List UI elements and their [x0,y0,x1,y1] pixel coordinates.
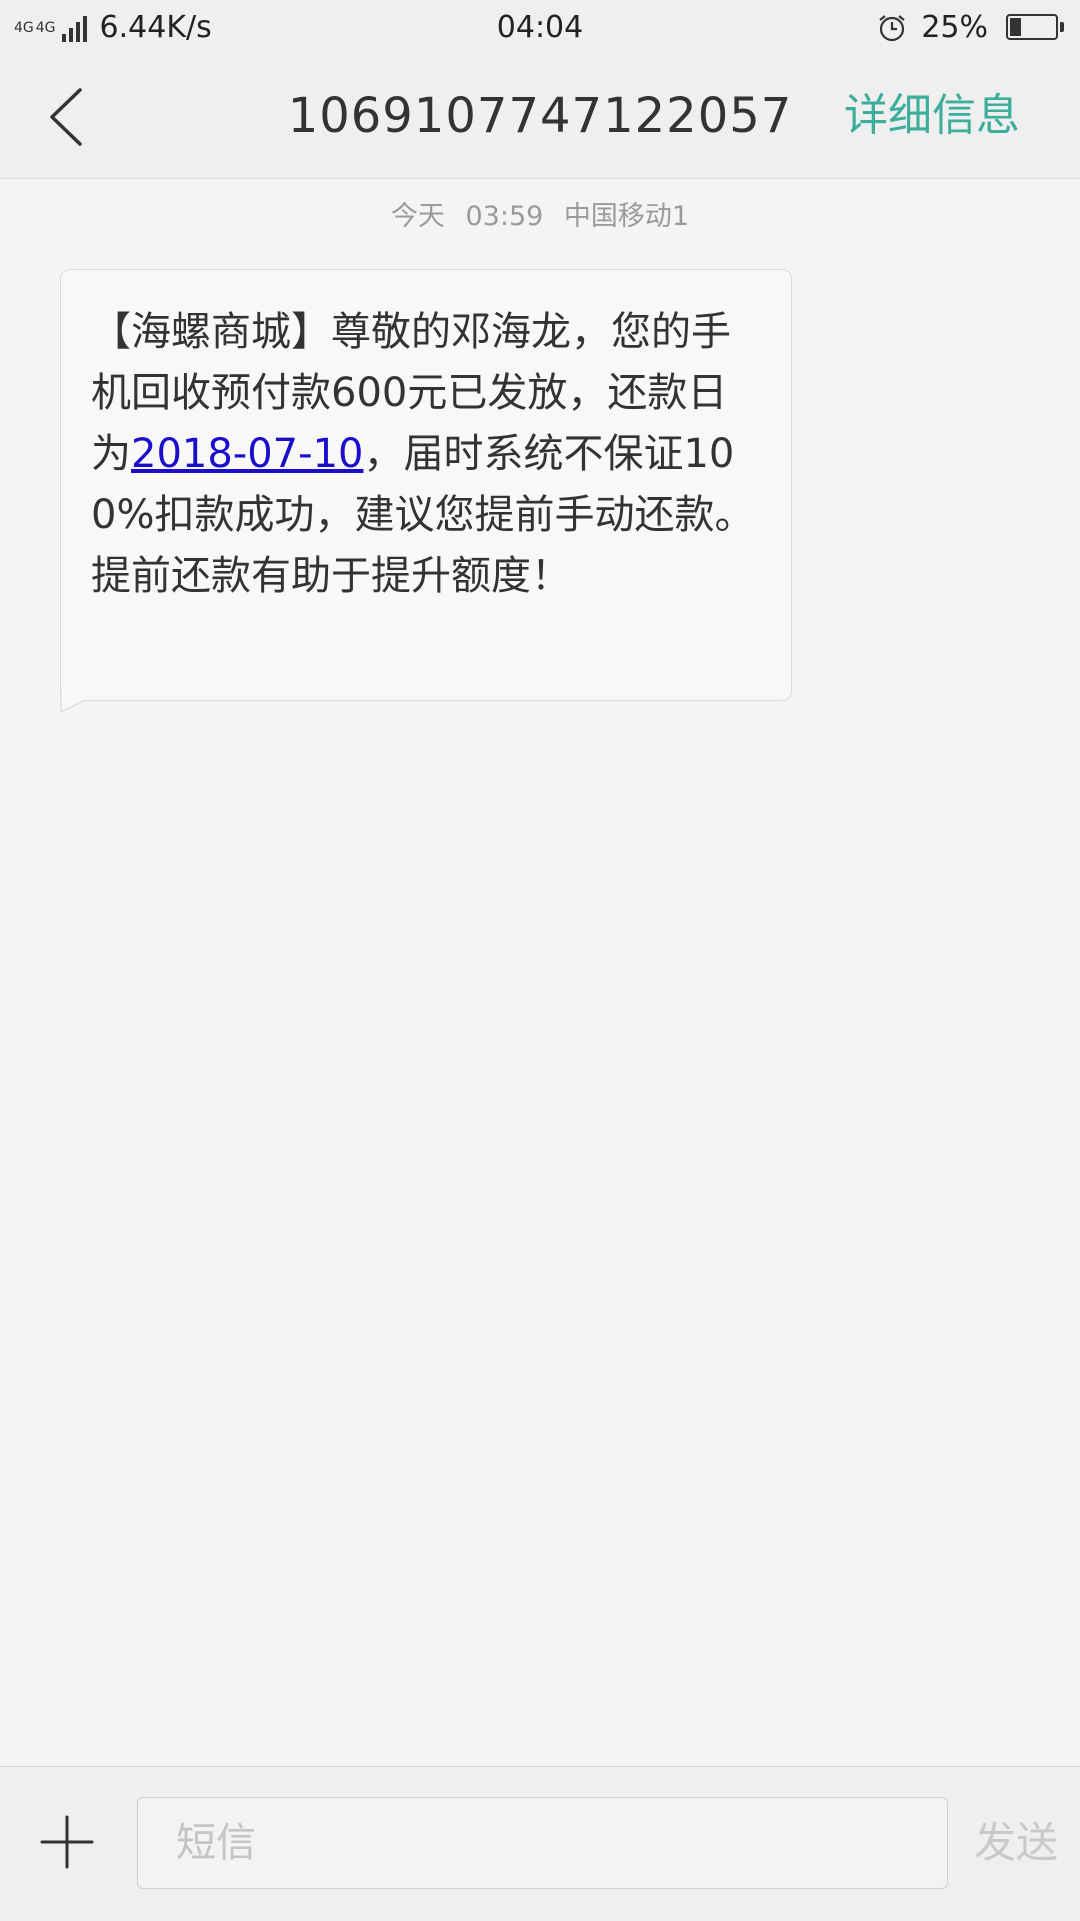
status-right: 25% [877,8,1064,48]
compose-bar: 发送 [0,1766,1080,1921]
message-list[interactable]: 今天 03:59 中国移动1 【海螺商城】尊敬的邓海龙，您的手机回收预付款600… [0,179,1080,1766]
status-bar: 4G 4G 6.44K/s 04:04 25% [0,0,1080,56]
add-icon[interactable] [38,1813,96,1871]
conversation-title: 1069107747122057 [287,88,793,144]
date-link[interactable]: 2018-07-10 [131,431,363,477]
details-button[interactable]: 详细信息 [844,86,1020,146]
back-arrow-icon[interactable] [38,84,98,150]
message-time: 03:59 [465,201,544,232]
message-carrier: 中国移动1 [563,201,690,232]
bubble-tail [60,689,86,713]
battery-icon [1006,14,1064,42]
message-timestamp: 今天 03:59 中国移动1 [0,197,1080,237]
message-day: 今天 [390,201,445,232]
header-bar: 1069107747122057 详细信息 [0,56,1080,179]
message-bubble[interactable]: 【海螺商城】尊敬的邓海龙，您的手机回收预付款600元已发放，还款日为2018-0… [60,269,792,701]
battery-percent: 25% [921,10,988,45]
alarm-icon [879,15,905,42]
message-input[interactable] [137,1797,948,1889]
send-button[interactable]: 发送 [974,1813,1058,1873]
